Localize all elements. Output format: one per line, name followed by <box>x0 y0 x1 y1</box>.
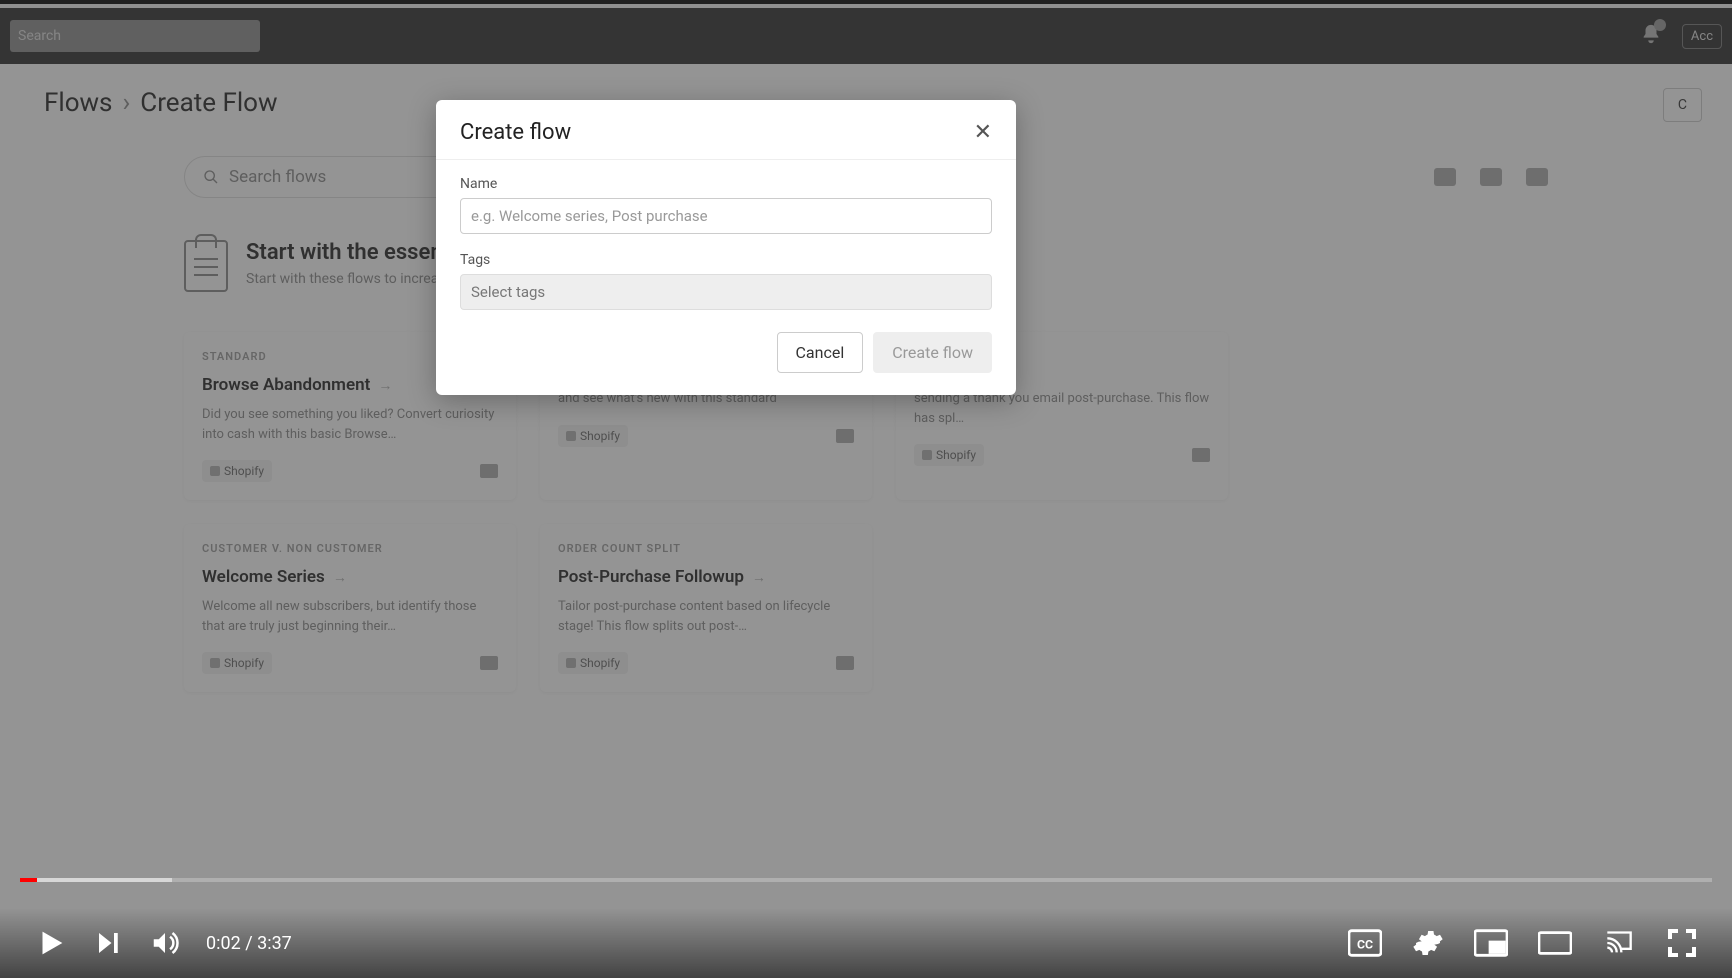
card-description: Welcome all new subscribers, but identif… <box>202 597 498 636</box>
email-icon <box>836 429 854 443</box>
app-top-bar: Search Acc <box>0 8 1732 64</box>
breadcrumb-root[interactable]: Flows <box>44 88 112 118</box>
card-tag: Shopify <box>914 444 984 466</box>
flow-card[interactable]: ORDER COUNT SPLIT Post-Purchase Followup… <box>540 524 872 692</box>
card-tag: Shopify <box>558 652 628 674</box>
notifications-icon[interactable] <box>1640 23 1662 49</box>
flow-card[interactable]: CUSTOMER V. NON CUSTOMER Welcome Series→… <box>184 524 516 692</box>
arrow-right-icon: → <box>333 569 347 586</box>
create-flow-submit-button[interactable]: Create flow <box>873 332 992 373</box>
fullscreen-button[interactable] <box>1666 927 1698 959</box>
svg-text:CC: CC <box>1357 938 1373 952</box>
card-title: Welcome Series→ <box>202 567 498 587</box>
clipboard-icon <box>184 240 228 292</box>
duration: 3:37 <box>257 933 292 954</box>
filter-icons <box>1434 168 1548 186</box>
create-flow-top-button[interactable]: C <box>1663 88 1702 122</box>
modal-title: Create flow <box>460 120 571 145</box>
email-icon <box>836 656 854 670</box>
captions-icon: CC <box>1348 929 1382 957</box>
filter-chat-icon[interactable] <box>1434 168 1456 186</box>
flow-name-input[interactable] <box>460 198 992 234</box>
filter-email-icon[interactable] <box>1480 168 1502 186</box>
video-frame: Search Acc Flows › Create Flow C Search … <box>0 0 1732 978</box>
modal-actions: Cancel Create flow <box>460 328 992 373</box>
settings-button[interactable] <box>1412 927 1444 959</box>
cast-button[interactable] <box>1602 929 1636 957</box>
card-category: CUSTOMER V. NON CUSTOMER <box>202 542 498 555</box>
captions-button[interactable]: CC <box>1348 929 1382 957</box>
create-flow-modal: Create flow ✕ Name Tags Select tags Canc… <box>436 100 1016 395</box>
tags-select[interactable]: Select tags <box>460 274 992 310</box>
play-button[interactable] <box>34 926 68 960</box>
breadcrumb-current: Create Flow <box>140 88 277 118</box>
filter-sms-icon[interactable] <box>1526 168 1548 186</box>
volume-button[interactable] <box>150 928 180 958</box>
close-icon[interactable]: ✕ <box>974 122 992 144</box>
modal-body: Name Tags Select tags Cancel Create flow <box>436 160 1016 395</box>
card-tag: Shopify <box>202 460 272 482</box>
time-sep: / <box>245 933 257 954</box>
card-category: ORDER COUNT SPLIT <box>558 542 854 555</box>
tags-label: Tags <box>460 252 992 268</box>
email-icon <box>1192 448 1210 462</box>
volume-icon <box>150 928 180 958</box>
next-button[interactable] <box>94 928 124 958</box>
theater-button[interactable] <box>1538 931 1572 955</box>
search-flows-placeholder: Search flows <box>229 167 326 187</box>
modal-header: Create flow ✕ <box>436 100 1016 160</box>
miniplayer-icon <box>1474 929 1508 957</box>
theater-icon <box>1538 931 1572 955</box>
cancel-button[interactable]: Cancel <box>777 332 864 373</box>
card-tag: Shopify <box>558 425 628 447</box>
name-label: Name <box>460 176 992 192</box>
play-icon <box>34 926 68 960</box>
card-description: Did you see something you liked? Convert… <box>202 405 498 444</box>
top-right-group: Acc <box>1640 23 1722 49</box>
email-icon <box>480 464 498 478</box>
cast-icon <box>1602 929 1636 957</box>
next-icon <box>94 928 124 958</box>
fullscreen-icon <box>1666 927 1698 959</box>
arrow-right-icon: → <box>378 377 392 394</box>
search-icon <box>203 169 219 185</box>
breadcrumb-sep: › <box>122 88 130 118</box>
global-search-input[interactable]: Search <box>10 20 260 52</box>
miniplayer-button[interactable] <box>1474 929 1508 957</box>
current-time: 0:02 <box>206 933 241 954</box>
card-description: Tailor post-purchase content based on li… <box>558 597 854 636</box>
gear-icon <box>1412 927 1444 959</box>
card-title: Post-Purchase Followup→ <box>558 567 854 587</box>
arrow-right-icon: → <box>752 569 766 586</box>
card-tag: Shopify <box>202 652 272 674</box>
email-icon <box>480 656 498 670</box>
account-button[interactable]: Acc <box>1682 24 1722 49</box>
time-display: 0:02 / 3:37 <box>206 933 292 954</box>
